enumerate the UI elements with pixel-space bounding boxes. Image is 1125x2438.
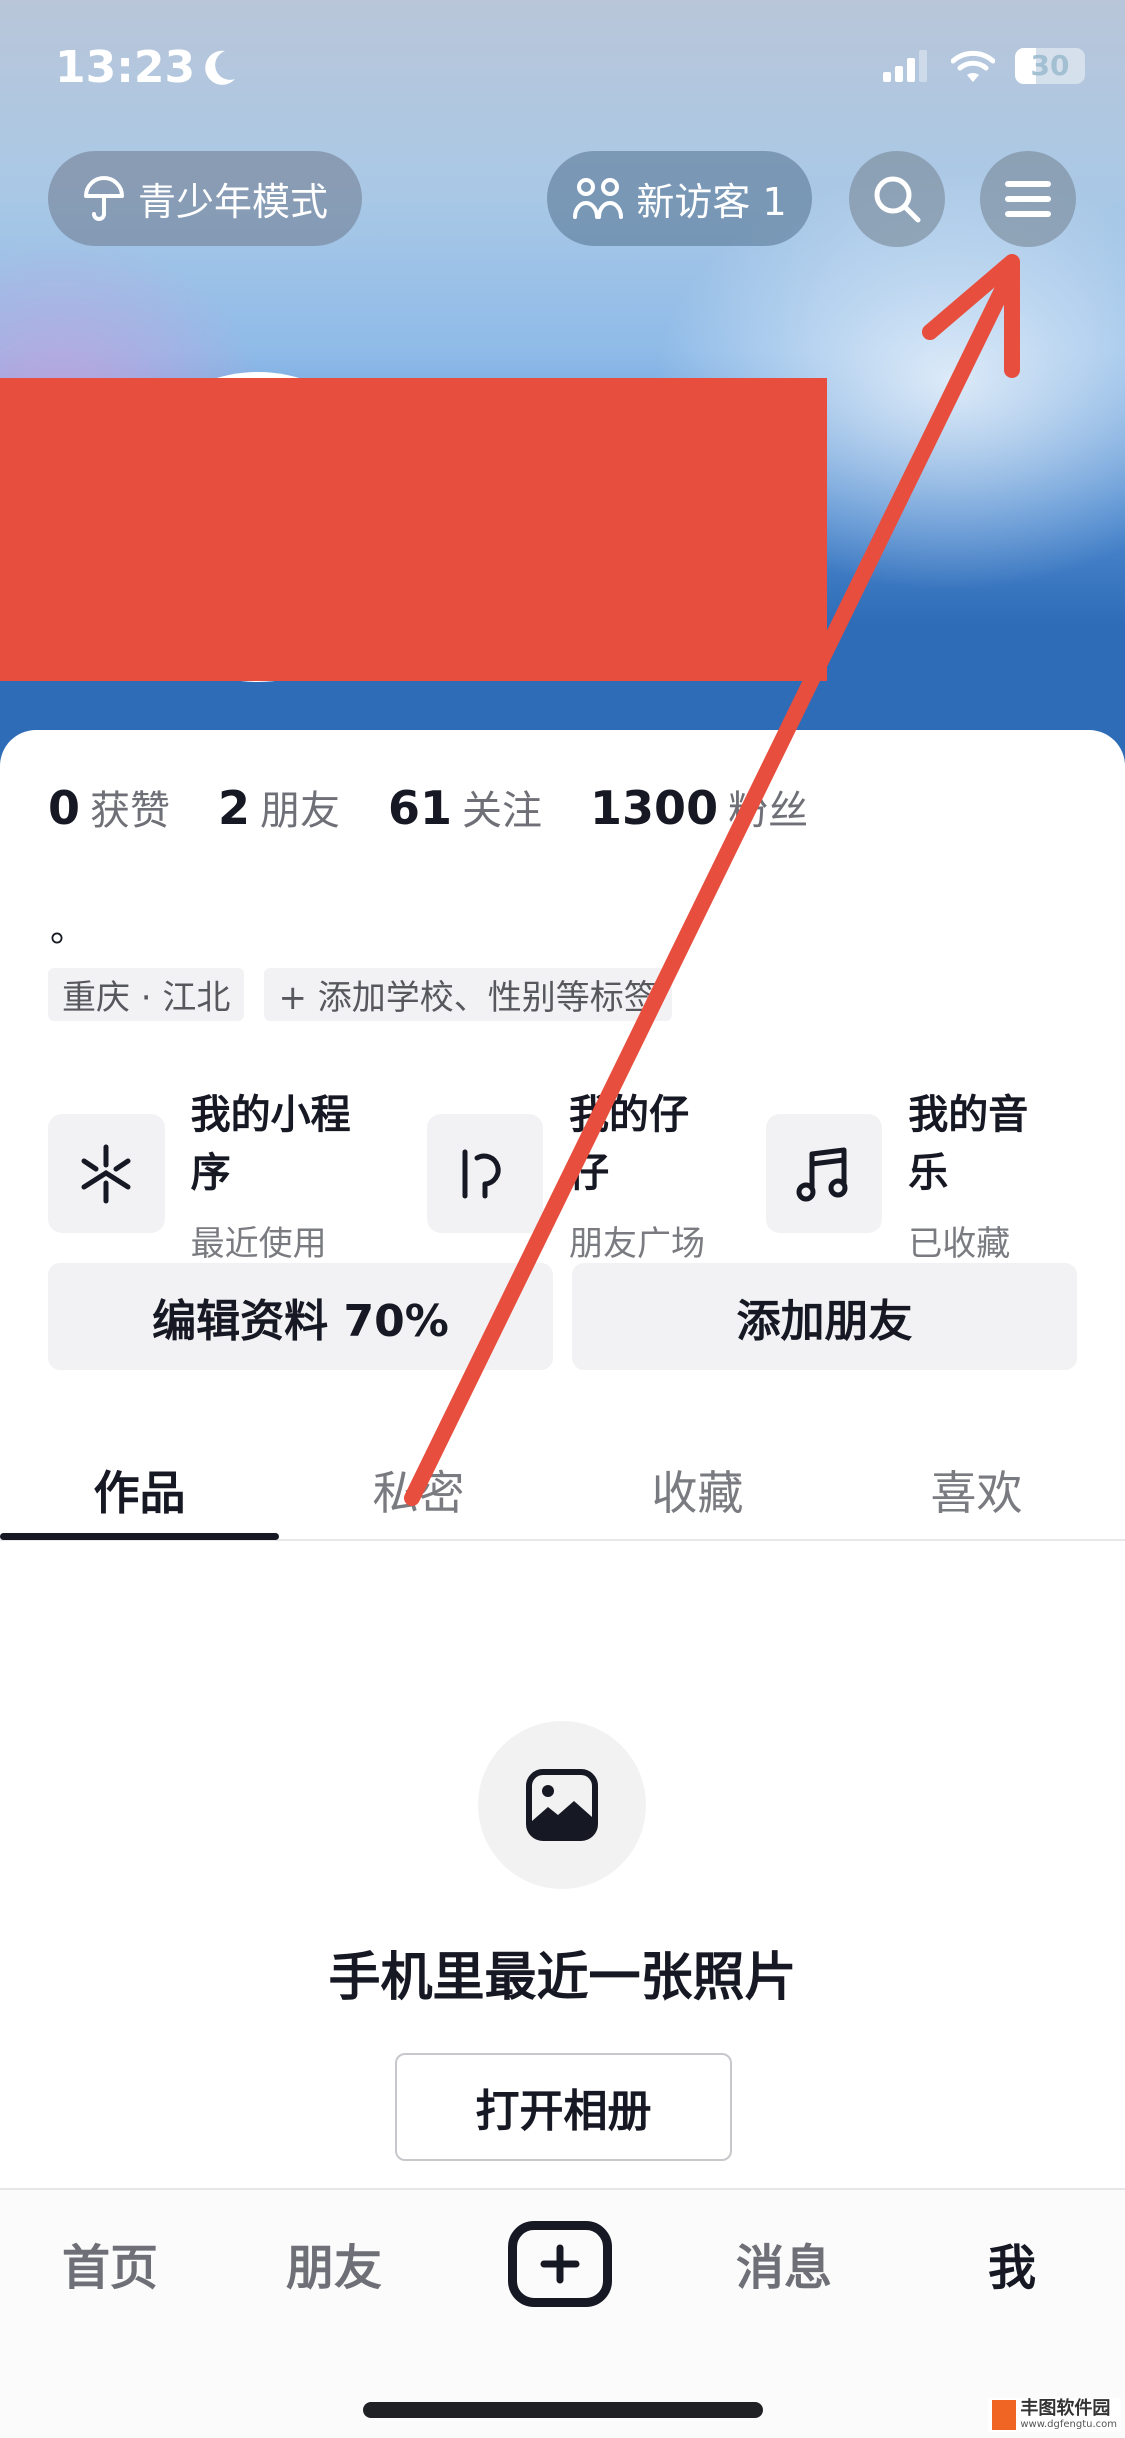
- edit-profile-button[interactable]: 编辑资料 70%: [48, 1263, 553, 1370]
- youth-mode-button[interactable]: 青少年模式: [48, 151, 362, 246]
- umbrella-icon: [83, 175, 124, 221]
- active-tab-indicator: [0, 1533, 279, 1540]
- tab-works[interactable]: 作品: [0, 1440, 279, 1540]
- stat-friends[interactable]: 2 朋友: [218, 778, 340, 836]
- new-visitors-button[interactable]: 新访客 1: [547, 151, 812, 246]
- tab-likes[interactable]: 喜欢: [837, 1440, 1116, 1540]
- shortcut-subtitle: 已收藏: [908, 1224, 1011, 1264]
- status-bar-time: 13:23: [55, 42, 237, 93]
- shortcut-subtitle: 最近使用: [190, 1224, 327, 1264]
- add-tags-button[interactable]: + 添加学校、性别等标签: [264, 968, 672, 1021]
- tab-private[interactable]: 私密: [279, 1440, 558, 1540]
- nav-friends[interactable]: 朋友: [286, 2228, 382, 2298]
- wifi-icon: [951, 50, 995, 82]
- youth-mode-label: 青少年模式: [137, 180, 328, 224]
- open-album-button[interactable]: 打开相册: [395, 2053, 732, 2161]
- watermark-logo-icon: [992, 2400, 1017, 2430]
- shortcut-title: 我的音乐: [908, 1092, 1029, 1196]
- stat-followers[interactable]: 1300 粉丝: [590, 778, 808, 836]
- music-note-icon: [765, 1114, 883, 1233]
- stat-likes[interactable]: 0 获赞: [48, 778, 170, 836]
- watermark: 丰图软件园 www.dgfengtu.com: [988, 2398, 1121, 2432]
- content-tabs: 作品 私密 收藏 喜欢: [0, 1440, 1125, 1540]
- menu-button[interactable]: [980, 151, 1076, 247]
- nav-me[interactable]: 我: [988, 2228, 1036, 2298]
- time-text: 13:23: [55, 42, 196, 93]
- shortcut-mini-programs[interactable]: 我的小程序 最近使用: [48, 1082, 387, 1265]
- mini-program-icon: [48, 1114, 165, 1233]
- new-visitors-label: 新访客 1: [636, 180, 787, 224]
- add-friend-button[interactable]: 添加朋友: [572, 1263, 1077, 1370]
- zaizai-icon: [426, 1114, 544, 1233]
- search-icon: [874, 176, 921, 223]
- shortcut-title: 我的仔仔: [569, 1092, 690, 1196]
- profile-stats: 0 获赞 2 朋友 61 关注 1300 粉丝: [48, 778, 808, 836]
- profile-tags: 重庆 · 江北 + 添加学校、性别等标签: [48, 968, 672, 1021]
- bottom-navigation: 首页 朋友 消息 我: [0, 2188, 1125, 2438]
- moon-icon: [205, 50, 236, 85]
- photo-placeholder: [478, 1721, 646, 1889]
- home-indicator[interactable]: [363, 2402, 763, 2418]
- shortcut-music[interactable]: 我的音乐 已收藏: [765, 1082, 1065, 1265]
- create-button[interactable]: [508, 2221, 612, 2307]
- image-icon: [526, 1769, 598, 1841]
- people-icon: [573, 177, 624, 219]
- shortcuts-row: 我的小程序 最近使用 我的仔仔 朋友广场 我的音乐 已收藏: [48, 1082, 1125, 1265]
- watermark-url: www.dgfengtu.com: [1020, 2419, 1117, 2430]
- search-button[interactable]: [849, 151, 945, 247]
- menu-icon: [1005, 181, 1051, 217]
- profile-bio: 。: [50, 909, 87, 950]
- redaction-box: [0, 378, 827, 681]
- location-tag[interactable]: 重庆 · 江北: [48, 968, 245, 1021]
- status-bar-indicators: 30: [883, 48, 1085, 84]
- nav-messages[interactable]: 消息: [736, 2228, 832, 2298]
- nav-home[interactable]: 首页: [62, 2228, 158, 2298]
- shortcut-subtitle: 朋友广场: [569, 1224, 706, 1264]
- watermark-name: 丰图软件园: [1020, 2398, 1111, 2419]
- shortcut-zaizai[interactable]: 我的仔仔 朋友广场: [426, 1082, 726, 1265]
- shortcut-title: 我的小程序: [190, 1092, 351, 1196]
- battery-level: 30: [1030, 49, 1070, 82]
- tab-favorites[interactable]: 收藏: [558, 1440, 837, 1540]
- stat-following[interactable]: 61 关注: [388, 778, 542, 836]
- plus-icon: [540, 2244, 580, 2284]
- empty-state-title: 手机里最近一张照片: [328, 1948, 797, 2008]
- battery-icon: 30: [1015, 48, 1085, 84]
- signal-icon: [883, 50, 927, 82]
